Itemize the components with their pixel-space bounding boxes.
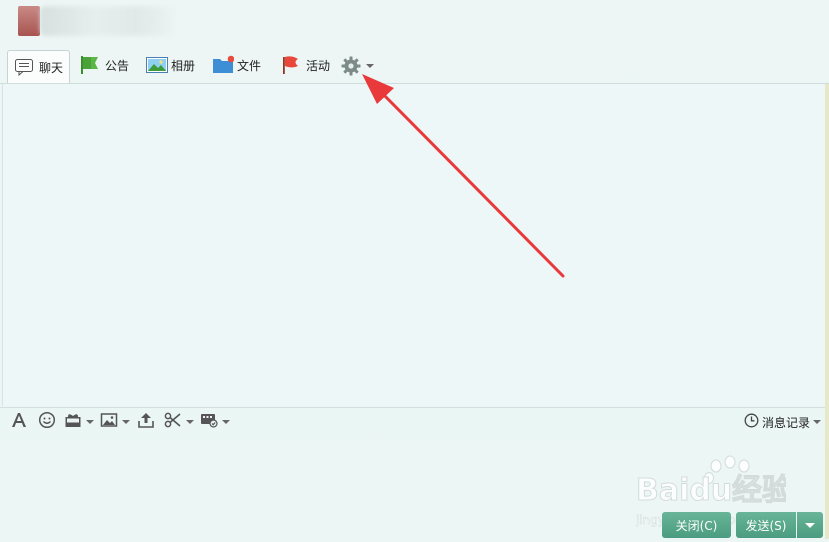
chevron-down-icon [122,420,130,424]
tab-album[interactable]: 相册 [146,50,195,80]
upload-icon [137,411,155,433]
megaphone-flag-icon [80,55,100,75]
gift-icon [64,411,82,433]
emoji-button[interactable] [38,411,56,433]
watermark-cn: 经验 [732,473,786,508]
upload-button[interactable] [137,412,155,432]
group-name-blurred [40,6,178,36]
gift-button[interactable] [64,412,94,432]
send-options-button[interactable] [797,512,823,538]
folder-icon [212,55,235,75]
image-icon [100,411,118,433]
message-history-area[interactable] [2,84,827,406]
tab-chat[interactable]: 聊天 [7,50,71,83]
divider [0,407,829,408]
gear-icon [340,55,362,77]
group-toolbar: 聊天 公告 相册 文件 活动 [0,48,829,84]
chat-window: 聊天 公告 相册 文件 活动 消息记录 Baidu 经验 关闭(C) 发送(S) [0,0,829,542]
chevron-down-icon [366,64,374,68]
font-icon [10,411,28,433]
group-header [0,0,829,46]
settings-button[interactable] [340,55,380,77]
red-flag-icon [281,55,301,75]
chevron-down-icon [86,420,94,424]
tab-files[interactable]: 文件 [212,50,261,80]
emoji-icon [38,411,56,433]
tab-activity-label: 活动 [306,58,331,73]
clock-icon [744,413,759,431]
tab-announcement[interactable]: 公告 [80,50,129,80]
screen-icon [200,411,218,433]
photo-album-icon [146,55,168,75]
font-button[interactable] [10,412,28,432]
watermark-brand: Baidu [636,473,732,508]
screen-share-button[interactable] [200,412,230,432]
close-button[interactable]: 关闭(C) [662,512,731,538]
send-button-label: 发送(S) [745,518,787,533]
input-toolbar: 消息记录 [0,410,829,434]
chevron-down-icon [805,522,815,528]
close-button-label: 关闭(C) [675,518,718,533]
screenshot-button[interactable] [164,412,194,432]
chevron-down-icon [186,420,194,424]
chevron-down-icon [222,420,230,424]
chat-bubble-icon [14,57,34,77]
chevron-down-icon [813,420,821,424]
tab-files-label: 文件 [237,58,262,73]
tab-announcement-label: 公告 [105,58,130,73]
message-history-button[interactable]: 消息记录 [744,412,821,432]
message-history-label: 消息记录 [761,415,810,430]
scissors-icon [164,411,182,433]
tab-activity[interactable]: 活动 [281,50,330,80]
window-edge [825,84,829,539]
tab-album-label: 相册 [171,58,196,73]
send-button[interactable]: 发送(S) [736,512,796,538]
tab-chat-label: 聊天 [39,60,64,75]
group-avatar[interactable] [18,6,40,36]
image-button[interactable] [100,412,130,432]
